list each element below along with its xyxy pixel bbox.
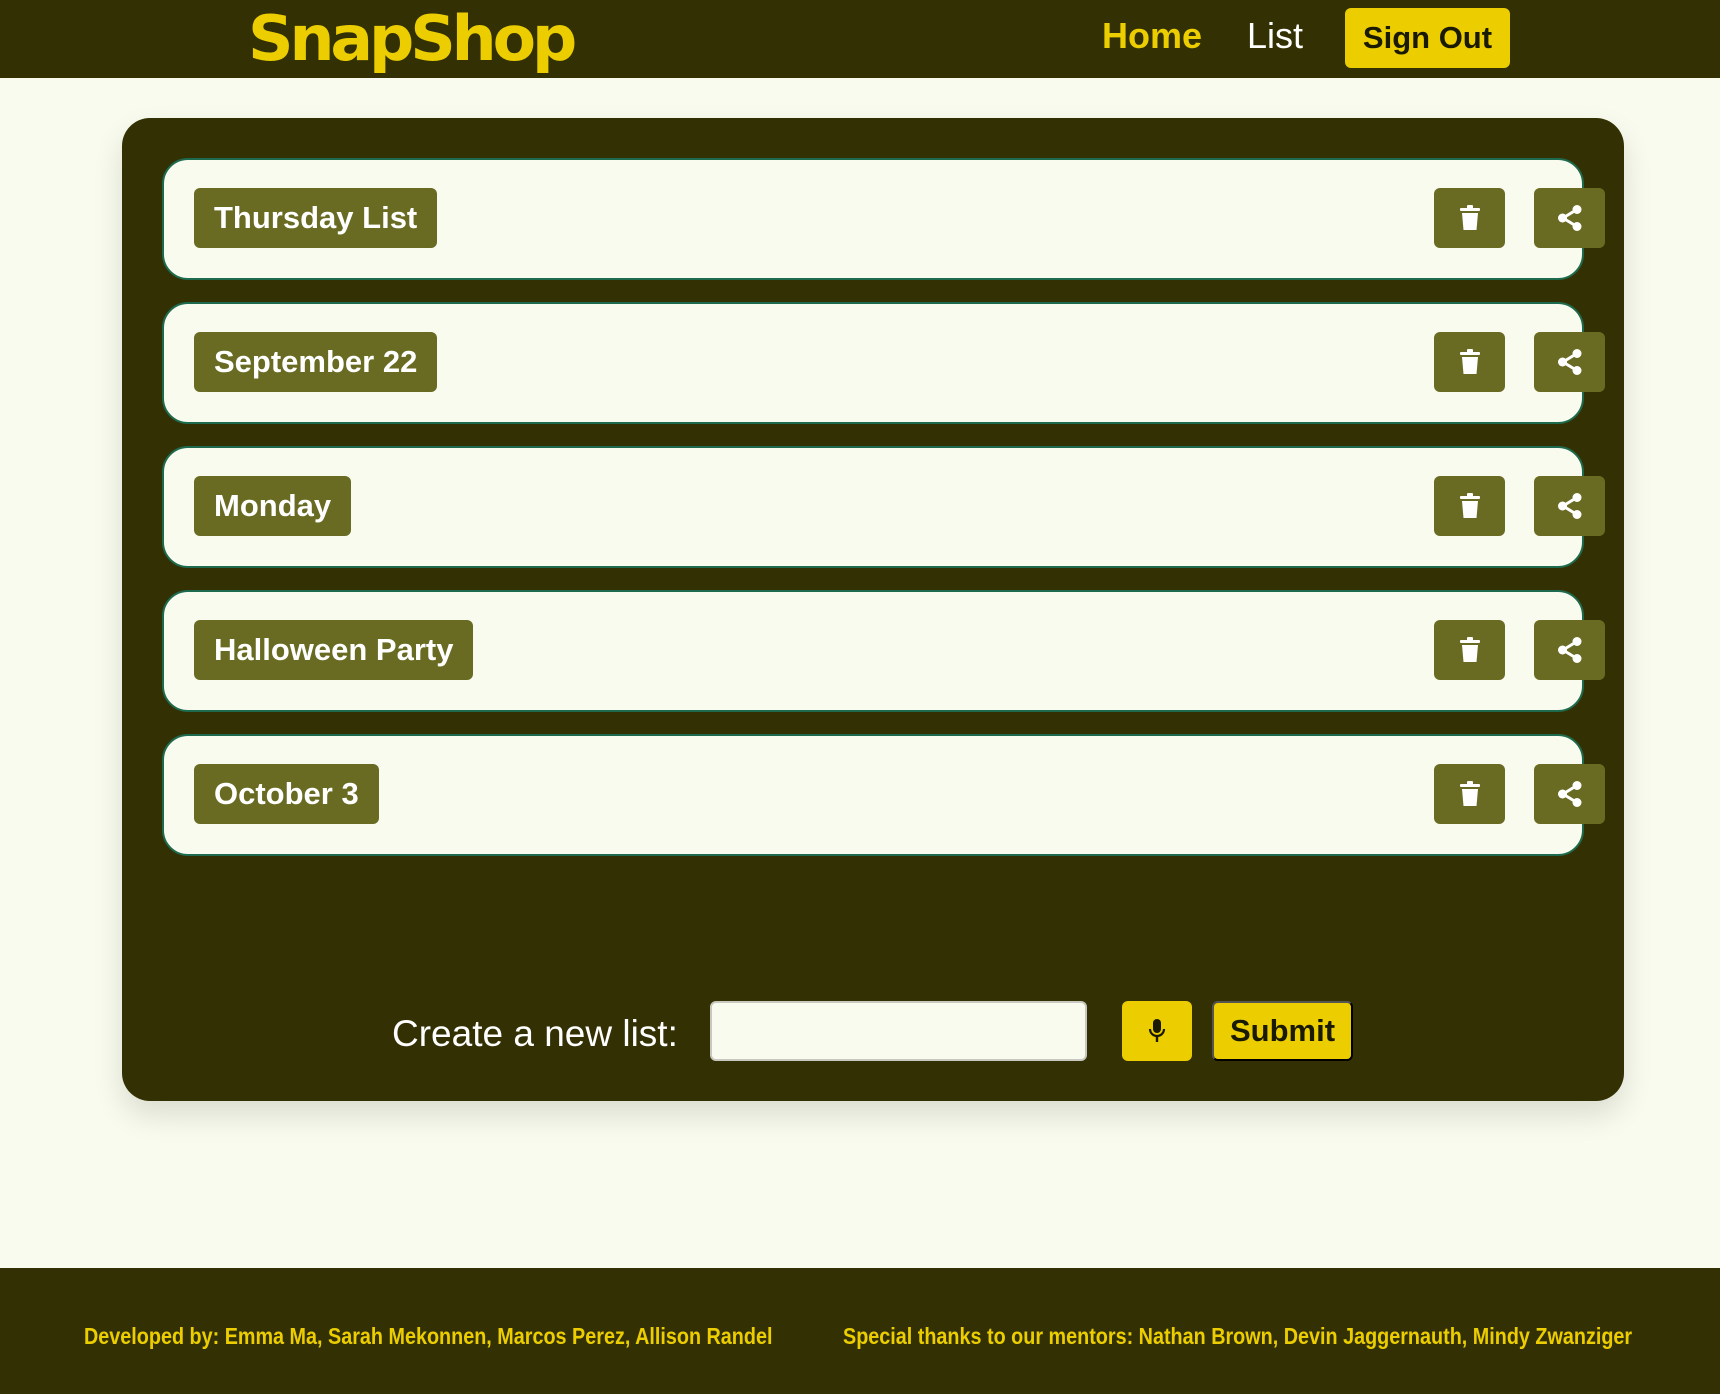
- list-name-button[interactable]: Monday: [194, 476, 352, 536]
- top-nav-bar: SnapShop Home List Sign Out: [0, 0, 1720, 78]
- delete-list-button[interactable]: [1434, 620, 1505, 680]
- share-list-button[interactable]: [1534, 476, 1605, 536]
- list-card: Thursday List: [162, 158, 1605, 280]
- trash-icon: [1459, 637, 1480, 662]
- voice-input-button[interactable]: [1122, 1001, 1192, 1061]
- submit-button[interactable]: Submit: [1212, 1001, 1353, 1061]
- new-list-name-input[interactable]: [710, 1001, 1087, 1061]
- list-name-button[interactable]: September 22: [194, 332, 438, 392]
- share-list-button[interactable]: [1534, 620, 1605, 680]
- list-card: Halloween Party: [162, 590, 1605, 712]
- trash-icon: [1459, 493, 1480, 518]
- trash-icon: [1459, 205, 1480, 230]
- mentors-credit: Special thanks to our mentors: Nathan Br…: [843, 1323, 1633, 1349]
- trash-icon: [1459, 781, 1480, 806]
- snapshop-logo[interactable]: SnapShop: [248, 4, 577, 74]
- nav-list-link[interactable]: List: [1247, 14, 1303, 58]
- microphone-icon: [1148, 1019, 1166, 1042]
- share-icon: [1557, 493, 1581, 519]
- share-list-button[interactable]: [1534, 764, 1605, 824]
- list-card: September 22: [162, 302, 1605, 424]
- developers-credit: Developed by: Emma Ma, Sarah Mekonnen, M…: [84, 1323, 773, 1349]
- share-icon: [1557, 637, 1581, 663]
- delete-list-button[interactable]: [1434, 188, 1505, 248]
- create-list-label: Create a new list:: [392, 1013, 678, 1054]
- sign-out-button[interactable]: Sign Out: [1345, 8, 1510, 68]
- delete-list-button[interactable]: [1434, 764, 1505, 824]
- share-list-button[interactable]: [1534, 188, 1605, 248]
- list-card: Monday: [162, 446, 1605, 568]
- share-list-button[interactable]: [1534, 332, 1605, 392]
- list-name-button[interactable]: October 3: [194, 764, 379, 824]
- share-icon: [1557, 781, 1581, 807]
- footer: Developed by: Emma Ma, Sarah Mekonnen, M…: [0, 1268, 1720, 1394]
- share-icon: [1557, 205, 1581, 231]
- trash-icon: [1459, 349, 1480, 374]
- nav-home-link[interactable]: Home: [1102, 14, 1202, 58]
- list-name-button[interactable]: Thursday List: [194, 188, 438, 248]
- delete-list-button[interactable]: [1434, 332, 1505, 392]
- lists-panel: Thursday List September 22 Monday Hallow…: [122, 118, 1624, 1101]
- list-name-button[interactable]: Halloween Party: [194, 620, 474, 680]
- delete-list-button[interactable]: [1434, 476, 1505, 536]
- list-card: October 3: [162, 734, 1605, 856]
- share-icon: [1557, 349, 1581, 375]
